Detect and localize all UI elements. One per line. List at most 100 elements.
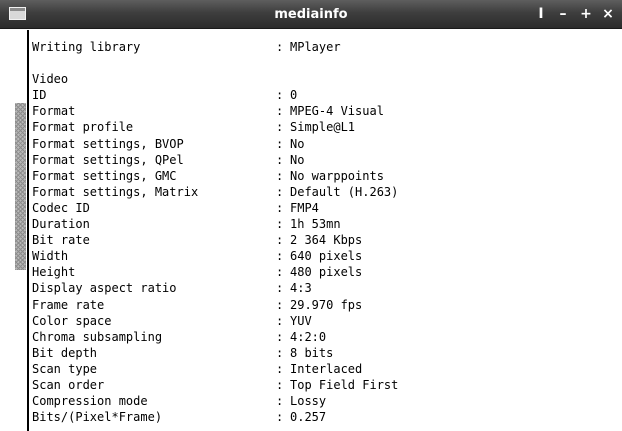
field-name: Frame rate [32,297,105,312]
field-name: Format settings, GMC [32,168,177,183]
field-value: FMP4 [290,200,319,215]
output-line: ID:0 [32,87,612,103]
field-name: Color space [32,313,112,328]
field-value: No warppoints [290,168,384,183]
field-name: Duration [32,217,90,232]
field-name: Height [32,265,76,280]
field-separator: : [276,394,284,409]
field-separator: : [276,249,284,264]
output-line: Format settings, QPel: No [32,152,612,168]
field-value: YUV [290,313,312,328]
field-value: Interlaced [290,361,363,376]
field-name: Writing library [32,40,141,54]
output-line: Format: MPEG-4 Visual [32,103,612,119]
field-name: Scan type [32,361,98,376]
output-line: Video [32,71,612,87]
field-value: 0 [290,88,298,103]
field-name: Format settings, Matrix [32,184,199,199]
field-name: Format settings, BVOP [32,136,184,151]
terminal-area[interactable]: Writing library: MPlayer Video ID:0 Format: M… [0,30,622,431]
field-separator: : [276,281,284,296]
output-line: Height:480 pixels [32,264,612,280]
output-line: Codec ID: FMP4 [32,200,612,216]
field-separator: : [276,184,284,199]
output-line: Bits/(Pixel*Frame):0.257 [32,409,612,425]
minimize-button[interactable]: – [556,4,570,24]
field-value: Simple@L1 [290,120,356,135]
field-separator: : [276,152,284,167]
field-value: 1h 53mn [290,217,341,232]
field-separator: : [276,233,284,248]
field-value: MPlayer [290,40,341,54]
field-name: Bit rate [32,233,90,248]
field-value: MPEG-4 Visual [290,104,384,119]
field-name: Chroma subsampling [32,329,163,344]
field-separator: : [276,217,284,232]
field-name: Codec ID [32,200,90,215]
field-name: ID [32,88,47,103]
close-button[interactable]: × [600,4,616,24]
field-value: No [290,136,305,151]
output-line: Scan order: Top Field First [32,377,612,393]
output-line: Format settings, Matrix: Default (H.263) [32,184,612,200]
output-line: Chroma subsampling:4:2:0 [32,329,612,345]
field-value: 8 bits [290,345,334,360]
field-separator: : [276,265,284,280]
field-name: Format profile [32,120,134,135]
field-value: Default (H.263) [290,184,399,199]
terminal-output: Writing library: MPlayer Video ID:0 Format: M… [32,39,612,425]
maximize-button[interactable]: + [578,4,594,24]
terminal-border [27,30,29,431]
field-separator: : [276,168,284,183]
field-value: 640 pixels [290,249,363,264]
terminal-window: mediainfo I – + × Writing library: MPlaye… [0,0,622,431]
field-value: Top Field First [290,377,399,392]
output-line: Duration:1h 53mn [32,216,612,232]
field-name: Display aspect ratio [32,281,177,296]
scrollbar-thumb[interactable] [15,103,26,270]
field-value: No [290,152,305,167]
field-name: Format [32,104,76,119]
field-name: Bit depth [32,345,98,360]
field-separator: : [276,377,284,392]
output-line: Format settings, GMC: No warppoints [32,168,612,184]
output-line: Width:640 pixels [32,248,612,264]
field-value: 2 364 Kbps [290,233,363,248]
scrollbar[interactable] [14,30,27,431]
output-line: Compression mode: Lossy [32,393,612,409]
field-separator: : [276,410,284,425]
output-line: Frame rate:29.970 fps [32,297,612,313]
field-separator: : [276,329,284,344]
output-line: Scan type: Interlaced [32,361,612,377]
output-line: Bit rate:2 364 Kbps [32,232,612,248]
field-value: 4:3 [290,281,312,296]
field-name: Bits/(Pixel*Frame) [32,410,163,425]
field-separator: : [276,120,284,135]
field-value: 29.970 fps [290,297,363,312]
output-line: Color space: YUV [32,313,612,329]
shade-button[interactable]: I [534,4,548,24]
field-value: 480 pixels [290,265,363,280]
field-name: Format settings, QPel [32,152,184,167]
field-value: 4:2:0 [290,329,327,344]
field-separator: : [276,88,284,103]
output-line: Format settings, BVOP: No [32,136,612,152]
field-separator: : [276,297,284,312]
title-bar[interactable]: mediainfo I – + × [0,0,622,29]
field-separator: : [276,313,284,328]
output-line: Display aspect ratio:4:3 [32,280,612,296]
output-line: Writing library: MPlayer [32,39,612,55]
field-separator: : [276,361,284,376]
output-line: Bit depth:8 bits [32,345,612,361]
field-value: Lossy [290,394,327,409]
field-name: Compression mode [32,394,148,409]
window-title: mediainfo [274,7,348,22]
field-separator: : [276,40,284,54]
field-separator: : [276,345,284,360]
field-name: Video [32,72,69,87]
field-separator: : [276,136,284,151]
field-separator: : [276,104,284,119]
field-name: Width [32,249,69,264]
field-name: Scan order [32,377,105,392]
